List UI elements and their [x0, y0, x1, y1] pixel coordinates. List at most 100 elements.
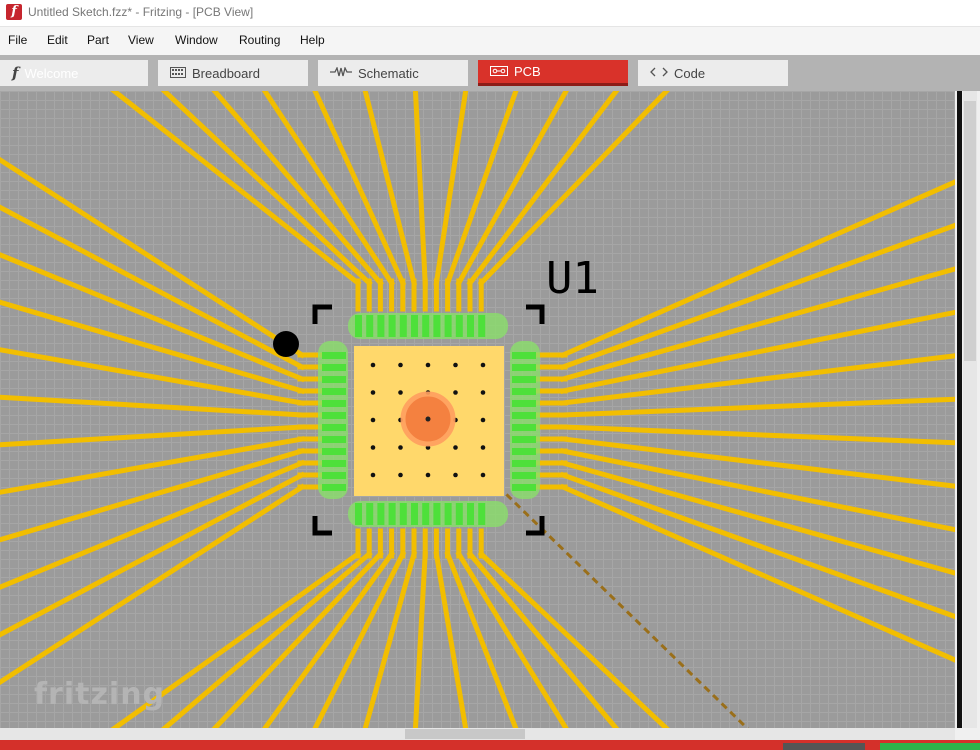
- pad-bottom[interactable]: [444, 503, 452, 525]
- menu-edit[interactable]: Edit: [47, 33, 68, 47]
- pad-right[interactable]: [512, 400, 536, 407]
- trace-top[interactable]: [159, 91, 373, 287]
- menu-file[interactable]: File: [8, 33, 27, 47]
- trace-right[interactable]: [559, 483, 955, 663]
- pad-left[interactable]: [322, 400, 346, 407]
- trace-right[interactable]: [560, 396, 955, 418]
- trace-right[interactable]: [559, 179, 955, 359]
- thermal-dot: [398, 362, 403, 368]
- pad-top[interactable]: [411, 315, 418, 337]
- pad-top[interactable]: [444, 315, 452, 337]
- pad-left[interactable]: [322, 472, 346, 479]
- pad-right[interactable]: [512, 472, 536, 479]
- tab-code[interactable]: Code: [638, 60, 788, 86]
- pad-left[interactable]: [322, 388, 346, 395]
- pad-top[interactable]: [478, 315, 486, 337]
- pad-bottom[interactable]: [355, 503, 362, 525]
- pad-bottom[interactable]: [377, 503, 385, 525]
- menu-view[interactable]: View: [128, 33, 154, 47]
- pad-left[interactable]: [322, 484, 346, 491]
- trace-top[interactable]: [412, 91, 428, 286]
- pad-top[interactable]: [366, 315, 374, 337]
- trace-left[interactable]: [0, 204, 306, 371]
- pad-right[interactable]: [512, 412, 536, 419]
- trace-left[interactable]: [0, 424, 305, 448]
- pad-left[interactable]: [322, 412, 346, 419]
- trace-right[interactable]: [559, 222, 955, 371]
- thermal-dot: [370, 472, 376, 478]
- tab-welcome[interactable]: f Welcome: [0, 60, 148, 86]
- pad-bottom[interactable]: [411, 503, 418, 525]
- pad-left[interactable]: [322, 376, 346, 383]
- pad-top[interactable]: [388, 315, 396, 337]
- schematic-icon: [330, 66, 352, 79]
- thermal-dot: [398, 445, 403, 450]
- trace-bottom[interactable]: [412, 551, 428, 728]
- trace-left[interactable]: [0, 471, 306, 638]
- menu-part[interactable]: Part: [87, 33, 109, 47]
- vertical-scrollbar[interactable]: [963, 91, 977, 728]
- vertical-scrollbar-thumb[interactable]: [964, 101, 976, 361]
- pad-right[interactable]: [512, 436, 536, 443]
- pad-right[interactable]: [512, 424, 536, 431]
- pad-right[interactable]: [512, 352, 536, 359]
- pad-right[interactable]: [512, 448, 536, 455]
- pad-left[interactable]: [322, 364, 346, 371]
- code-icon: [650, 67, 668, 79]
- pad-right[interactable]: [512, 388, 536, 395]
- horizontal-scrollbar[interactable]: [0, 728, 955, 740]
- trace-left[interactable]: [0, 156, 306, 359]
- pcb-icon: [490, 65, 508, 78]
- trace-left[interactable]: [0, 394, 305, 418]
- pad-top[interactable]: [399, 315, 407, 337]
- fritzing-f-icon: f: [12, 64, 19, 82]
- pad-top[interactable]: [433, 315, 441, 337]
- pad-top[interactable]: [455, 315, 463, 337]
- trace-bottom[interactable]: [466, 550, 620, 728]
- part-label-u1[interactable]: U1: [546, 253, 599, 304]
- tab-breadboard[interactable]: Breadboard: [158, 60, 308, 86]
- pcb-drawing[interactable]: U1: [0, 91, 955, 728]
- tab-pcb[interactable]: PCB: [478, 60, 628, 86]
- pad-bottom[interactable]: [433, 503, 441, 525]
- pcb-canvas[interactable]: U1 fritzing: [0, 91, 955, 728]
- pad-bottom[interactable]: [455, 503, 463, 525]
- tab-breadboard-label: Breadboard: [192, 65, 260, 81]
- pad-left[interactable]: [322, 460, 346, 467]
- pad-bottom[interactable]: [388, 503, 396, 525]
- pad-bottom[interactable]: [467, 503, 474, 525]
- pad-left[interactable]: [322, 352, 346, 359]
- trace-bottom[interactable]: [455, 550, 569, 728]
- trace-right[interactable]: [560, 424, 955, 446]
- routing-status-button[interactable]: [880, 743, 980, 750]
- horizontal-scrollbar-thumb[interactable]: [405, 729, 525, 739]
- pad-right[interactable]: [512, 484, 536, 491]
- thermal-dot: [425, 472, 431, 478]
- pad-bottom[interactable]: [366, 503, 374, 525]
- pad-right[interactable]: [512, 364, 536, 371]
- pad-bottom[interactable]: [399, 503, 407, 525]
- trace-right[interactable]: [559, 471, 955, 620]
- pad-bottom[interactable]: [422, 503, 430, 525]
- pad-right[interactable]: [512, 376, 536, 383]
- trace-bottom[interactable]: [159, 550, 373, 728]
- pad-left[interactable]: [322, 436, 346, 443]
- toolbar-button[interactable]: [783, 743, 865, 750]
- tab-schematic[interactable]: Schematic: [318, 60, 468, 86]
- pad-top[interactable]: [422, 315, 430, 337]
- pad-top[interactable]: [355, 315, 362, 337]
- trace-left[interactable]: [0, 483, 306, 686]
- pad-left[interactable]: [322, 424, 346, 431]
- pad-top[interactable]: [467, 315, 474, 337]
- thermal-dot: [398, 472, 403, 478]
- pad-bottom[interactable]: [478, 503, 486, 525]
- trace-top[interactable]: [433, 91, 469, 286]
- menu-routing[interactable]: Routing: [239, 33, 280, 47]
- trace-bottom[interactable]: [433, 551, 469, 728]
- menu-help[interactable]: Help: [300, 33, 325, 47]
- ratsnest-line[interactable]: [470, 459, 750, 728]
- menu-window[interactable]: Window: [175, 33, 218, 47]
- pad-left[interactable]: [322, 448, 346, 455]
- pad-right[interactable]: [512, 460, 536, 467]
- pad-top[interactable]: [377, 315, 385, 337]
